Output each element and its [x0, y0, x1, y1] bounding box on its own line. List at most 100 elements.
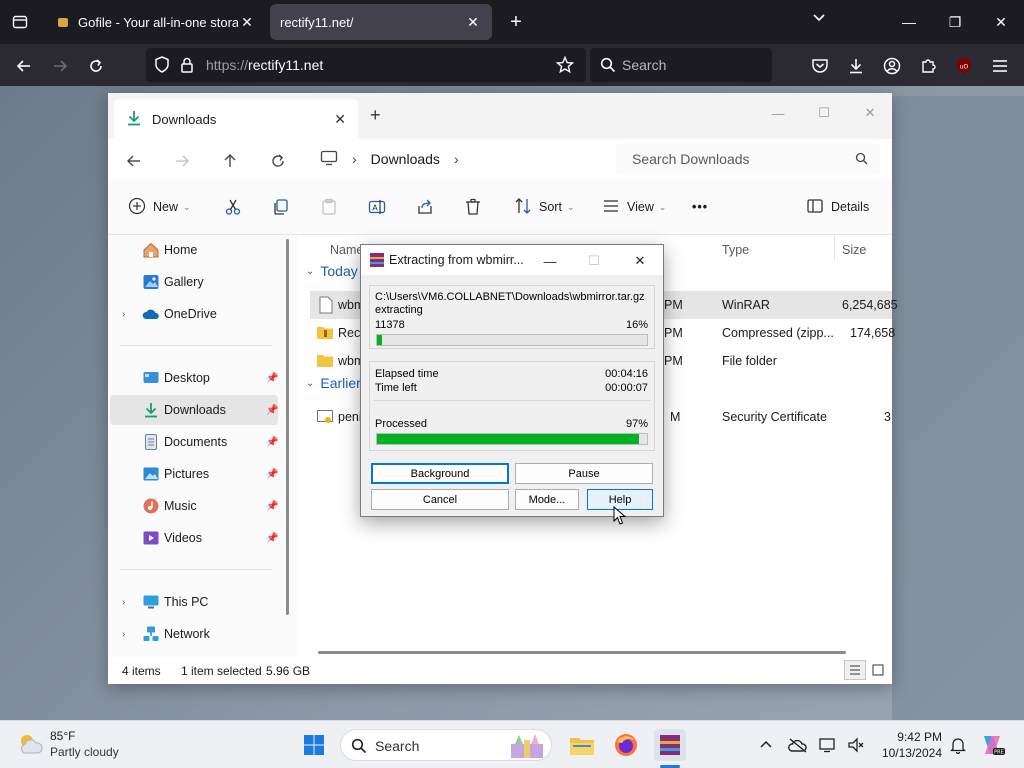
chevron-right-icon[interactable]: ›: [122, 629, 125, 640]
chevron-right-icon[interactable]: ›: [122, 309, 125, 320]
horizontal-scrollbar[interactable]: [318, 651, 846, 654]
details-view-icon[interactable]: [844, 660, 866, 680]
pin-icon[interactable]: 📌: [266, 469, 278, 480]
restore-window-button[interactable]: ❐: [932, 8, 978, 36]
chevron-right-icon[interactable]: ›: [122, 597, 125, 608]
svg-text:A: A: [372, 204, 378, 213]
sidebar-item-music[interactable]: Music 📌: [110, 491, 278, 521]
back-arrow-icon[interactable]: [120, 147, 148, 175]
url-bar[interactable]: https://rectify11.net: [146, 48, 586, 82]
sidebar-item-this-pc[interactable]: › This PC: [110, 587, 278, 617]
reload-icon[interactable]: [82, 52, 110, 80]
windows-start-icon[interactable]: [298, 729, 330, 761]
tab-gofile[interactable]: Gofile - Your all-in-one storage ✕: [46, 4, 266, 40]
volume-muted-icon[interactable]: [840, 729, 872, 761]
weather-widget[interactable]: 85°F Partly cloudy: [16, 727, 156, 763]
view-button[interactable]: View ⌄: [602, 195, 666, 219]
forward-arrow-icon[interactable]: [168, 147, 196, 175]
tracking-protection-shield-icon[interactable]: [154, 56, 170, 77]
hamburger-menu-icon[interactable]: [986, 52, 1014, 80]
sidebar-item-network[interactable]: › Network: [110, 619, 278, 649]
pin-icon[interactable]: 📌: [266, 405, 278, 416]
more-options-icon[interactable]: •••: [692, 195, 708, 219]
mode-button[interactable]: Mode...: [515, 489, 579, 510]
column-header-name[interactable]: Name: [330, 243, 363, 257]
explorer-new-tab-button[interactable]: +: [370, 105, 381, 126]
pin-icon[interactable]: 📌: [266, 437, 278, 448]
bookmark-star-icon[interactable]: [555, 55, 575, 77]
column-header-type[interactable]: Type: [722, 243, 749, 257]
refresh-icon[interactable]: [264, 147, 292, 175]
cut-icon[interactable]: [224, 195, 242, 219]
chevron-right-icon[interactable]: ›: [454, 151, 459, 167]
background-button[interactable]: Background: [371, 463, 509, 484]
new-tab-button[interactable]: +: [502, 8, 530, 36]
file-explorer-taskbar-icon[interactable]: [566, 729, 598, 761]
dialog-close-button[interactable]: ✕: [623, 249, 657, 273]
breadcrumb-downloads[interactable]: Downloads: [371, 151, 440, 167]
tab-overview-icon[interactable]: [6, 8, 34, 36]
sidebar-item-documents[interactable]: Documents 📌: [110, 427, 278, 457]
details-pane-button[interactable]: Details: [806, 195, 869, 219]
winrar-taskbar-icon[interactable]: [654, 729, 686, 761]
sort-button[interactable]: Sort ⌄: [514, 195, 574, 219]
system-clock[interactable]: 9:42 PM 10/13/2024: [876, 729, 942, 761]
sidebar-item-home[interactable]: Home: [110, 235, 278, 265]
firefox-taskbar-icon[interactable]: [610, 729, 642, 761]
copilot-icon[interactable]: PRE: [976, 729, 1008, 761]
pin-icon[interactable]: 📌: [266, 501, 278, 512]
lock-icon[interactable]: [180, 56, 194, 77]
ublock-origin-icon[interactable]: uO: [950, 52, 978, 80]
column-header-size[interactable]: Size: [842, 243, 866, 257]
close-tab-icon[interactable]: ✕: [334, 111, 346, 128]
tab-rectify11[interactable]: rectify11.net/ ✕: [270, 4, 492, 40]
sidebar-item-downloads[interactable]: Downloads 📌: [110, 395, 278, 425]
network-icon: [142, 625, 160, 643]
extensions-puzzle-icon[interactable]: [914, 52, 942, 80]
dialog-minimize-button[interactable]: —: [533, 249, 567, 273]
pin-icon[interactable]: 📌: [266, 373, 278, 384]
cloud-offline-icon[interactable]: [782, 729, 814, 761]
account-icon[interactable]: [878, 52, 906, 80]
pin-icon[interactable]: 📌: [266, 533, 278, 544]
sidebar-item-gallery[interactable]: Gallery: [110, 267, 278, 297]
dialog-maximize-button[interactable]: ☐: [577, 249, 611, 273]
sidebar-scrollbar[interactable]: [286, 239, 289, 615]
list-all-tabs-chevron-down-icon[interactable]: [812, 10, 826, 27]
explorer-minimize-button[interactable]: —: [758, 99, 798, 127]
explorer-maximize-button[interactable]: ☐: [804, 99, 844, 127]
notification-bell-icon[interactable]: [942, 729, 974, 761]
minimize-window-button[interactable]: —: [886, 8, 932, 36]
pocket-icon[interactable]: [806, 52, 834, 80]
sidebar-item-onedrive[interactable]: › OneDrive: [110, 299, 278, 329]
rename-icon[interactable]: A: [368, 195, 386, 219]
back-arrow-icon[interactable]: [10, 52, 38, 80]
group-header-earlier[interactable]: ⌄ Earlier: [306, 375, 361, 391]
monitor-icon[interactable]: [320, 150, 338, 169]
forward-arrow-icon[interactable]: [46, 52, 74, 80]
copy-icon[interactable]: [272, 195, 290, 219]
paste-icon[interactable]: [320, 195, 338, 219]
share-icon[interactable]: [416, 195, 434, 219]
delete-trash-icon[interactable]: [464, 195, 482, 219]
up-arrow-icon[interactable]: [216, 147, 244, 175]
close-tab-icon[interactable]: ✕: [464, 14, 482, 31]
explorer-search-box[interactable]: Search Downloads: [616, 143, 880, 175]
breadcrumb[interactable]: › Downloads ›: [312, 143, 612, 175]
sidebar-item-videos[interactable]: Videos 📌: [110, 523, 278, 553]
downloads-icon[interactable]: [842, 52, 870, 80]
sidebar-item-pictures[interactable]: Pictures 📌: [110, 459, 278, 489]
close-tab-icon[interactable]: ✕: [238, 14, 256, 31]
tiles-view-icon[interactable]: [868, 660, 888, 680]
explorer-tab-downloads[interactable]: Downloads ✕: [114, 99, 358, 139]
cancel-button[interactable]: Cancel: [371, 489, 509, 510]
new-button[interactable]: New ⌄: [128, 195, 191, 219]
taskbar-search-box[interactable]: Search: [340, 729, 552, 761]
chevron-up-icon[interactable]: [750, 729, 782, 761]
explorer-close-button[interactable]: ✕: [850, 99, 890, 127]
group-header-today[interactable]: ⌄ Today: [306, 263, 358, 279]
web-search-bar[interactable]: Search: [590, 48, 772, 82]
close-window-button[interactable]: ✕: [978, 8, 1024, 36]
pause-button[interactable]: Pause: [515, 463, 653, 484]
sidebar-item-desktop[interactable]: Desktop 📌: [110, 363, 278, 393]
